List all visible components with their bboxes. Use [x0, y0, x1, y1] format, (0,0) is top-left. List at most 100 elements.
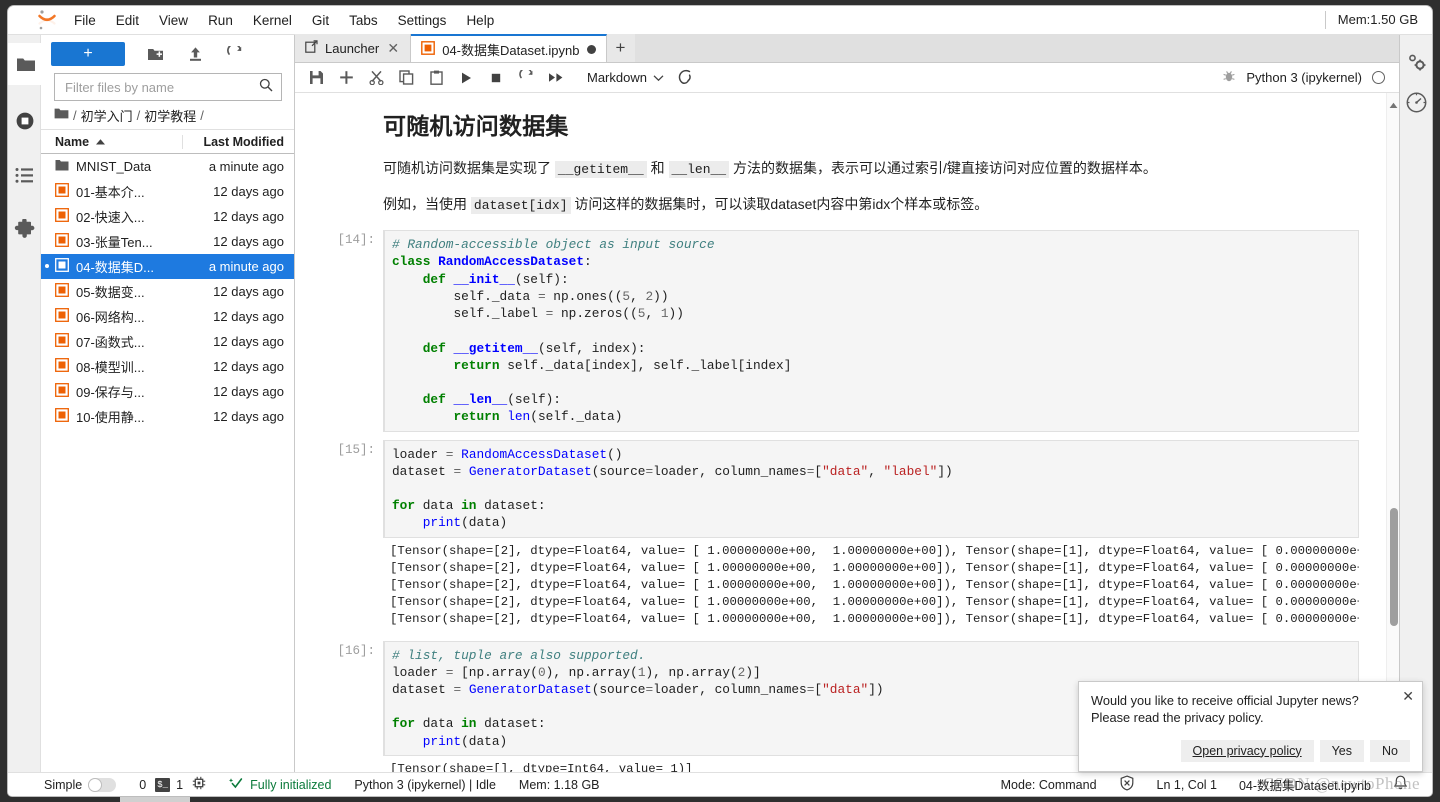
file-name-label: MNIST_Data	[76, 159, 152, 174]
sidebar-item-toc[interactable]	[8, 157, 41, 193]
file-modified-label: 12 days ago	[213, 384, 284, 399]
sidebar-item-file-browser[interactable]	[8, 43, 41, 85]
fast-forward-icon[interactable]	[541, 65, 571, 91]
terminal-icon: $_	[155, 777, 171, 792]
file-list-item[interactable]: 04-数据集D... a minute ago	[41, 254, 294, 279]
sidebar-item-property-inspector[interactable]	[1400, 45, 1432, 85]
cell-source-editor[interactable]: # Random-accessible object as input sour…	[383, 230, 1359, 432]
upload-icon[interactable]	[181, 42, 209, 66]
paste-icon[interactable]	[421, 65, 451, 91]
file-list-item[interactable]: 03-张量Ten... 12 days ago	[41, 229, 294, 254]
simple-mode-toggle[interactable]: Simple	[44, 777, 117, 792]
file-list-item[interactable]: MNIST_Data a minute ago	[41, 154, 294, 179]
notifications-item[interactable]	[1393, 775, 1408, 794]
kernel-count-label: 0	[139, 777, 147, 792]
file-list-item[interactable]: 02-快速入... 12 days ago	[41, 204, 294, 229]
sidebar-item-extensions[interactable]	[8, 211, 41, 247]
edit-mode-item[interactable]: Mode: Command	[1001, 778, 1097, 792]
sidebar-item-debugger[interactable]	[1400, 85, 1432, 125]
jupyter-logo-icon	[30, 6, 64, 35]
new-tab-button[interactable]: +	[606, 34, 635, 62]
close-icon[interactable]: ✕	[1402, 689, 1414, 703]
cell-output-stream: [Tensor(shape=[2], dtype=Float64, value=…	[390, 543, 1359, 626]
notebook-icon	[55, 333, 69, 350]
toast-message: Would you like to receive official Jupyt…	[1091, 692, 1410, 727]
memory-usage-item[interactable]: Mem: 1.18 GB	[519, 778, 600, 792]
tab-notebook-dataset[interactable]: 04-数据集Dataset.ipynb	[411, 34, 607, 62]
notebook-icon	[55, 208, 69, 225]
menu-settings[interactable]: Settings	[389, 10, 456, 31]
no-conflict-item[interactable]	[1119, 775, 1135, 794]
folder-icon	[55, 159, 69, 174]
menu-help[interactable]: Help	[457, 10, 503, 31]
kernel-name-label[interactable]: Python 3 (ipykernel)	[1246, 70, 1362, 85]
play-icon[interactable]	[451, 65, 481, 91]
menu-view[interactable]: View	[150, 10, 197, 31]
scissors-icon[interactable]	[361, 65, 391, 91]
filter-files-box[interactable]	[54, 73, 282, 101]
menu-kernel[interactable]: Kernel	[244, 10, 301, 31]
kernel-idle-circle[interactable]	[1372, 71, 1385, 84]
menu-tabs[interactable]: Tabs	[340, 10, 387, 31]
new-launcher-button[interactable]: +	[51, 42, 125, 66]
close-icon[interactable]: ✕	[386, 41, 400, 55]
unsaved-changes-indicator[interactable]	[586, 44, 596, 54]
resource-usage-item[interactable]	[192, 776, 206, 793]
terminal-count-item[interactable]: $_ 1	[155, 777, 184, 792]
file-list-item[interactable]: 06-网络构... 12 days ago	[41, 304, 294, 329]
file-list-item[interactable]: 05-数据变... 12 days ago	[41, 279, 294, 304]
file-list-item[interactable]: 08-模型训... 12 days ago	[41, 354, 294, 379]
copy-icon[interactable]	[391, 65, 421, 91]
sidebar-item-running[interactable]	[8, 103, 41, 139]
file-list-item[interactable]: 10-使用静... 12 days ago	[41, 404, 294, 429]
breadcrumb-segment-1[interactable]: 初学教程	[144, 106, 196, 125]
menu-edit[interactable]: Edit	[107, 10, 148, 31]
save-icon[interactable]	[301, 65, 331, 91]
file-list-item[interactable]: 09-保存与... 12 days ago	[41, 379, 294, 404]
initialization-label: Fully initialized	[250, 777, 332, 792]
file-list-item[interactable]: 07-函数式... 12 days ago	[41, 329, 294, 354]
menu-git[interactable]: Git	[303, 10, 338, 31]
markdown-paragraph-2: 例如，当使用 dataset[idx] 访问这样的数据集时，可以读取datase…	[383, 194, 1359, 216]
scroll-up-icon[interactable]	[1389, 96, 1398, 108]
notebook-scrollbar[interactable]	[1386, 93, 1399, 772]
search-input[interactable]	[63, 78, 259, 96]
new-folder-icon[interactable]	[141, 42, 169, 66]
tab-bar: Launcher ✕ 04-数据集Dataset.ipynb +	[295, 34, 1399, 63]
restart-icon[interactable]	[511, 65, 541, 91]
column-header-last-modified[interactable]: Last Modified	[182, 134, 294, 149]
initialization-status[interactable]: Fully initialized	[229, 776, 331, 794]
refresh-icon[interactable]	[221, 42, 249, 66]
toggle-switch[interactable]	[88, 777, 117, 792]
menu-file[interactable]: File	[65, 10, 105, 31]
open-privacy-policy-button[interactable]: Open privacy policy	[1180, 739, 1314, 762]
kernel-status-label: Python 3 (ipykernel) | Idle	[354, 777, 496, 792]
stop-icon[interactable]	[481, 65, 511, 91]
cursor-position-item[interactable]: Ln 1, Col 1	[1157, 778, 1217, 792]
current-file-item[interactable]: 04-数据集Dataset.ipynb	[1239, 775, 1371, 794]
yes-button[interactable]: Yes	[1319, 739, 1365, 762]
kernel-count-item[interactable]: 0	[139, 778, 146, 792]
notebook-icon	[55, 233, 69, 250]
file-list-item[interactable]: 01-基本介... 12 days ago	[41, 179, 294, 204]
scrollbar-thumb[interactable]	[1390, 508, 1398, 626]
tab-launcher[interactable]: Launcher ✕	[295, 34, 412, 62]
column-header-name[interactable]: Name	[55, 135, 182, 149]
git-icon[interactable]	[672, 65, 702, 91]
cell-type-select[interactable]: Markdown	[579, 68, 672, 87]
breadcrumb-root-folder-icon[interactable]	[54, 107, 69, 123]
cell-source-editor[interactable]: loader = RandomAccessDataset() dataset =…	[383, 439, 1359, 538]
breadcrumb-segment-0[interactable]: 初学入门	[81, 106, 133, 125]
no-button[interactable]: No	[1370, 739, 1410, 762]
menu-run[interactable]: Run	[199, 10, 242, 31]
check-sparkle-icon	[229, 776, 244, 794]
terminal-count-label: 1	[176, 777, 184, 792]
plus-icon[interactable]	[331, 65, 361, 91]
kernel-status-item[interactable]: Python 3 (ipykernel) | Idle	[354, 778, 496, 792]
bug-icon[interactable]	[1222, 69, 1236, 86]
notebook-scroll-area[interactable]: 可随机访问数据集 可随机访问数据集是实现了 __getitem__ 和 __le…	[295, 93, 1399, 772]
notebook-cell[interactable]: [14]: # Random-accessible object as input…	[337, 230, 1359, 432]
md-p1-code-getitem: __getitem__	[554, 161, 647, 178]
memory-usage-label: Mem: 1.18 GB	[518, 777, 600, 792]
notebook-cell[interactable]: [15]: loader = RandomAccessDataset() data…	[337, 439, 1359, 633]
